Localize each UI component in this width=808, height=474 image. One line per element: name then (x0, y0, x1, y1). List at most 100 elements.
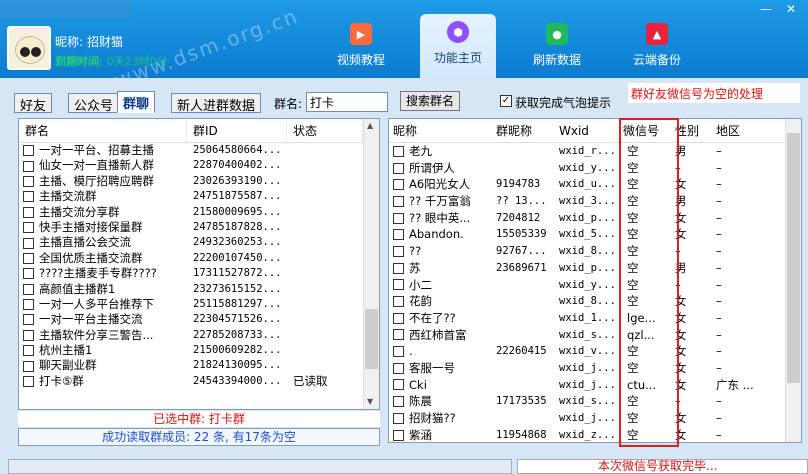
row-checkbox[interactable] (23, 237, 34, 249)
member-scrollbar[interactable] (785, 119, 801, 442)
table-row[interactable]: 杭州主播1 21500609282... (19, 343, 379, 358)
table-row[interactable]: 全国优质主播交流群 22200107450... (19, 251, 379, 266)
col-nickname[interactable]: 昵称 (389, 119, 492, 142)
row-checkbox[interactable] (393, 145, 404, 157)
row-checkbox[interactable] (23, 314, 34, 326)
table-row[interactable]: 聊天副业群 21824130095... (19, 358, 379, 373)
row-checkbox[interactable] (23, 268, 34, 280)
col-group-nickname[interactable]: 群昵称 (492, 119, 555, 142)
table-row[interactable]: 老九 wxid_r... 空 男 – (389, 143, 801, 160)
col-gender[interactable]: 性别 (671, 119, 712, 142)
table-row[interactable]: 主播交流分享群 21580009695... (19, 205, 379, 220)
table-row[interactable]: Abandon. 15505339 wxid_5... 空 女 – (389, 226, 801, 243)
table-row[interactable]: ????主播麦手专群???? 17311527872... (19, 266, 379, 281)
row-checkbox[interactable] (393, 412, 404, 424)
table-row[interactable]: 西红柿首富 wxid_s... qzl... 女 – (389, 327, 801, 344)
member-gender: 女 (675, 360, 687, 375)
table-row[interactable]: 小二 wxid_y... 空 – – (389, 277, 801, 294)
row-checkbox[interactable] (393, 279, 404, 291)
table-row[interactable]: 陈晨 17173535 wxid_s... 空 – – (389, 393, 801, 410)
member-scroll-thumb[interactable] (787, 133, 800, 383)
table-row[interactable]: 所谓伊人 wxid_y... 空 – – (389, 160, 801, 177)
subtab-new-member-data[interactable]: 新人进群数据 (171, 93, 262, 114)
subtab-friends[interactable]: 好友 (14, 93, 53, 114)
group-scroll-thumb[interactable] (365, 309, 378, 369)
row-checkbox[interactable] (23, 206, 34, 218)
member-wechat-id: 空 (627, 144, 639, 158)
scroll-down-icon[interactable]: ▼ (367, 397, 373, 406)
row-checkbox[interactable] (393, 429, 404, 441)
col-wxid[interactable]: Wxid (555, 119, 619, 142)
table-row[interactable]: 主播、模厅招聘应聘群 23026393190... (19, 174, 379, 189)
row-checkbox[interactable] (393, 329, 404, 341)
row-checkbox[interactable] (23, 175, 34, 187)
group-name-input[interactable] (306, 92, 388, 112)
avatar[interactable] (7, 26, 51, 70)
table-row[interactable]: 苏 23689671 wxid_p... 空 男 – (389, 260, 801, 277)
bubble-checkbox[interactable]: ✓ (500, 95, 512, 107)
table-row[interactable]: 花韵 wxid_8... 空 女 – (389, 293, 801, 310)
table-row[interactable]: ?? 眼中英... 7204812 wxid_p... 空 女 – (389, 210, 801, 227)
row-checkbox[interactable] (23, 222, 34, 234)
row-checkbox[interactable] (393, 195, 404, 207)
row-checkbox[interactable] (393, 296, 404, 308)
table-row[interactable]: 快手主播对接保量群 24785187828... (19, 220, 379, 235)
table-row[interactable]: 一对一人多平台推荐下 25115881297... (19, 297, 379, 312)
row-checkbox[interactable] (23, 345, 34, 357)
row-checkbox[interactable] (393, 179, 404, 191)
row-checkbox[interactable] (393, 212, 404, 224)
table-row[interactable]: 客服一号 wxid_j... 空 女 – (389, 360, 801, 377)
search-group-button[interactable]: 搜索群名 (400, 91, 460, 111)
row-checkbox[interactable] (393, 362, 404, 374)
row-checkbox[interactable] (23, 252, 34, 264)
row-checkbox[interactable] (23, 376, 34, 388)
subtab-official-accounts[interactable]: 公众号 (68, 93, 120, 114)
col-region[interactable]: 地区 (712, 119, 767, 142)
table-row[interactable]: 一对一平台、招募主播 25064580664... (19, 143, 379, 158)
table-row[interactable]: 高颜值主播群1 23273615152... (19, 282, 379, 297)
col-status[interactable]: 状态 (287, 119, 363, 142)
table-row[interactable]: 招财猫?? wxid_j... 空 女 – (389, 410, 801, 427)
table-row[interactable]: . 22260415 wxid_v... 空 女 – (389, 343, 801, 360)
col-wechat-id[interactable]: 微信号 (619, 119, 671, 142)
col-group-id[interactable]: 群ID (187, 119, 287, 142)
row-checkbox[interactable] (393, 262, 404, 274)
row-checkbox[interactable] (23, 360, 34, 372)
table-row[interactable]: 一对一平台主播交流 22304571526... (19, 312, 379, 327)
close-icon[interactable]: ✕ (786, 2, 796, 16)
group-scrollbar[interactable]: ▲ ▼ (363, 119, 379, 409)
row-checkbox[interactable] (393, 346, 404, 358)
table-row[interactable]: ?? 千万富翁 ?? 13... wxid_3... 空 男 – (389, 193, 801, 210)
tab-video-tutorial[interactable]: ▶ 视频教程 (322, 16, 400, 76)
table-row[interactable]: 不在了?? wxid_1... lge... 女 – (389, 310, 801, 327)
row-checkbox[interactable] (393, 229, 404, 241)
row-checkbox[interactable] (393, 245, 404, 257)
tab-cloud-backup[interactable]: ▲ 云端备份 (618, 16, 696, 76)
scroll-up-icon[interactable]: ▲ (367, 121, 373, 130)
row-checkbox[interactable] (393, 396, 404, 408)
subtab-group-chats[interactable]: 群聊 (117, 91, 156, 113)
table-row[interactable]: ?? 92767... wxid_8... 空 – – (389, 243, 801, 260)
table-row[interactable]: 仙女一对一直播新人群 22870400402... (19, 158, 379, 173)
table-row[interactable]: 主播软件分享三警告... 22785208733... (19, 328, 379, 343)
tab-refresh-data[interactable]: ● 刷新数据 (518, 16, 596, 76)
group-name-cell: 一对一人多平台推荐下 (19, 297, 187, 312)
row-checkbox[interactable] (23, 329, 34, 341)
table-row[interactable]: A6阳光女人 9194783 wxid_u... 空 女 – (389, 176, 801, 193)
row-checkbox[interactable] (23, 299, 34, 311)
row-checkbox[interactable] (393, 379, 404, 391)
row-checkbox[interactable] (23, 283, 34, 295)
tab-function-home[interactable]: ⬢ 功能主页 (420, 14, 496, 78)
table-row[interactable]: Cki wxid_j... ctu... 女 广东 ... (389, 377, 801, 394)
row-checkbox[interactable] (393, 162, 404, 174)
table-row[interactable]: 打卡⑤群 24543394000... 已读取 (19, 374, 379, 389)
table-row[interactable]: 主播直播公会交流 24932360253... (19, 235, 379, 250)
row-checkbox[interactable] (23, 145, 34, 157)
table-row[interactable]: 紫涵 11954868 wxid_z... 空 女 – (389, 427, 801, 442)
row-checkbox[interactable] (23, 160, 34, 172)
row-checkbox[interactable] (23, 191, 34, 203)
row-checkbox[interactable] (393, 312, 404, 324)
col-group-name[interactable]: 群名 (19, 119, 187, 142)
table-row[interactable]: 主播交流群 24751875587... (19, 189, 379, 204)
minimize-icon[interactable]: — (760, 2, 772, 16)
